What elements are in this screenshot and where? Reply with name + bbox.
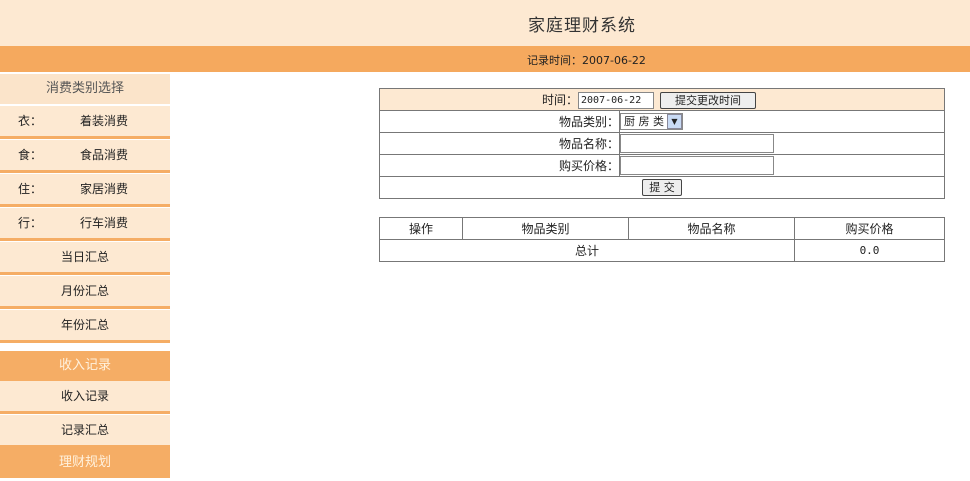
category-field-label: 物品类别： xyxy=(379,110,620,133)
price-field-label: 购买价格： xyxy=(379,154,620,177)
header-operation: 操作 xyxy=(379,217,463,240)
category-select-value: 厨 房 类 xyxy=(624,115,664,128)
category-label[interactable]: 食品消费 xyxy=(80,140,128,170)
category-label[interactable]: 家居消费 xyxy=(80,174,128,204)
category-key: 住： xyxy=(18,182,43,196)
sidebar-item-daily-summary[interactable]: 当日汇总 xyxy=(0,242,170,275)
entry-form: 时间： 2007-06-22 提交更改时间 物品类别： 厨 房 类 ▼ 物品名称： 购… xyxy=(379,88,945,199)
sidebar-item-monthly-summary[interactable]: 月份汇总 xyxy=(0,276,170,309)
header-category: 物品类别 xyxy=(462,217,629,240)
price-cell xyxy=(619,154,945,177)
record-date: 记录时间：2007-06-22 xyxy=(527,54,646,67)
category-select[interactable]: 厨 房 类 ▼ xyxy=(620,113,683,130)
time-label: 时间： xyxy=(542,92,579,107)
item-name-input[interactable] xyxy=(620,134,774,153)
income-section-title: 收入记录 xyxy=(0,351,170,381)
header-name: 物品名称 xyxy=(628,217,795,240)
submit-row: 提 交 xyxy=(379,176,945,199)
total-label: 总计 xyxy=(379,239,795,262)
time-row: 时间： 2007-06-22 提交更改时间 xyxy=(379,88,945,111)
app-title: 家庭理财系统 xyxy=(528,16,636,36)
sidebar-item-food[interactable]: 食： 食品消费 xyxy=(0,140,170,173)
sidebar-item-yearly-summary[interactable]: 年份汇总 xyxy=(0,310,170,343)
table-header-row: 操作 物品类别 物品名称 购买价格 xyxy=(379,217,945,240)
total-value: 0.0 xyxy=(794,239,945,262)
submit-button[interactable]: 提 交 xyxy=(642,179,682,196)
name-field-label: 物品名称： xyxy=(379,132,620,155)
date-bar: 记录时间：2007-06-22 xyxy=(0,46,970,72)
header-bar: 家庭理财系统 xyxy=(0,0,970,46)
sidebar-item-income-record[interactable]: 收入记录 xyxy=(0,381,170,414)
category-cell: 厨 房 类 ▼ xyxy=(619,110,945,133)
sidebar-item-record-summary[interactable]: 记录汇总 xyxy=(0,415,170,448)
category-key: 行： xyxy=(18,216,43,230)
category-key: 食： xyxy=(18,148,43,162)
category-label[interactable]: 行车消费 xyxy=(80,208,128,238)
total-row: 总计 0.0 xyxy=(379,239,945,262)
sidebar-item-home[interactable]: 住： 家居消费 xyxy=(0,174,170,207)
category-section-title: 消费类别选择 xyxy=(0,74,170,104)
name-cell xyxy=(619,132,945,155)
submit-time-button[interactable]: 提交更改时间 xyxy=(660,91,757,109)
chevron-down-icon[interactable]: ▼ xyxy=(667,114,682,129)
header-price: 购买价格 xyxy=(794,217,945,240)
sidebar: 消费类别选择 衣： 着装消费 食： 食品消费 住： 家居消费 行： 行车消费 当… xyxy=(0,72,175,481)
category-key: 衣： xyxy=(18,114,43,128)
finance-section-title: 理财规划 xyxy=(0,448,170,478)
records-table: 操作 物品类别 物品名称 购买价格 总计 0.0 xyxy=(379,217,945,262)
category-label[interactable]: 着装消费 xyxy=(80,106,128,136)
time-input[interactable]: 2007-06-22 xyxy=(578,91,655,109)
sidebar-item-clothing[interactable]: 衣： 着装消费 xyxy=(0,106,170,139)
sidebar-item-travel[interactable]: 行： 行车消费 xyxy=(0,208,170,241)
price-input[interactable] xyxy=(620,156,774,175)
